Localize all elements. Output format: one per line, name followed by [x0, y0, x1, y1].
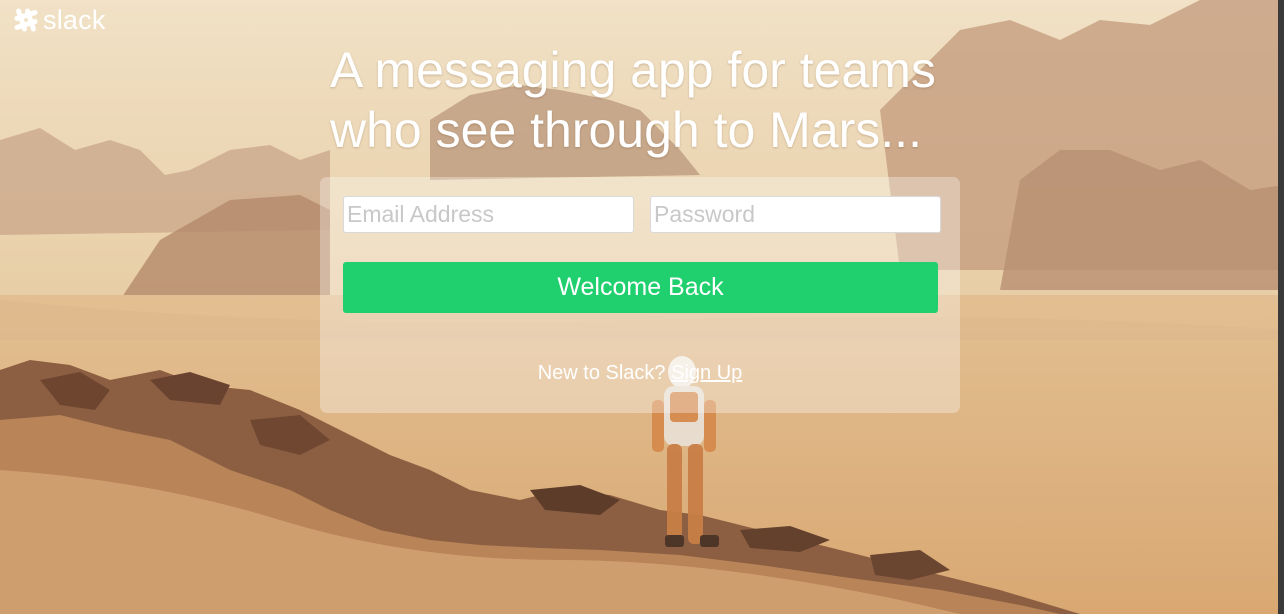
login-page: slack A messaging app for teams who see … [0, 0, 1284, 614]
email-field[interactable] [343, 196, 634, 233]
signup-prompt-text: New to Slack? [537, 362, 666, 384]
slack-logo[interactable]: slack [12, 5, 106, 35]
welcome-back-button[interactable]: Welcome Back [343, 262, 938, 313]
logo-text: slack [43, 5, 106, 35]
signup-prompt-line: New to Slack? Sign Up [320, 360, 960, 386]
login-card: Welcome Back New to Slack? Sign Up [320, 177, 960, 413]
hero-headline: A messaging app for teams who see throug… [330, 40, 970, 160]
sign-up-link[interactable]: Sign Up [671, 362, 742, 384]
window-edge [1278, 0, 1284, 614]
headline-line-1: A messaging app for teams [330, 42, 936, 98]
slack-hash-icon [12, 6, 40, 34]
headline-line-2: who see through to Mars... [330, 102, 922, 158]
password-field[interactable] [650, 196, 941, 233]
